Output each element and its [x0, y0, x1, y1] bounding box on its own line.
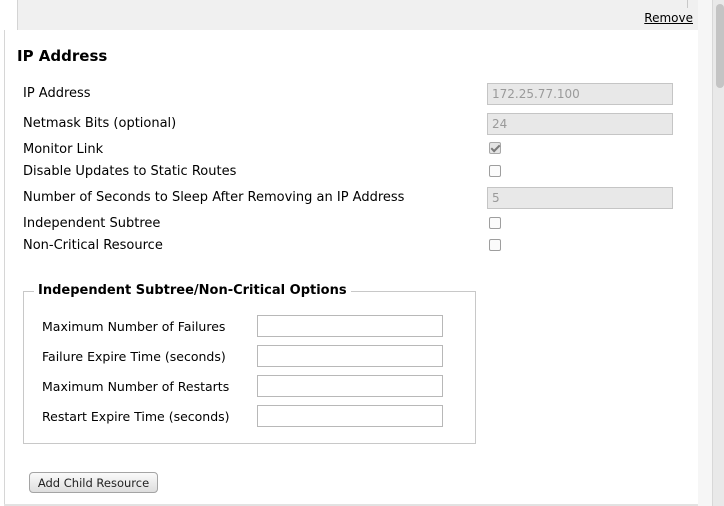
options-legend: Independent Subtree/Non-Critical Options	[34, 283, 351, 298]
ip-address-input[interactable]	[487, 83, 673, 105]
restart-expire-label: Restart Expire Time (seconds)	[42, 409, 230, 424]
vertical-scrollbar[interactable]	[712, 0, 724, 506]
max-restarts-label: Maximum Number of Restarts	[42, 379, 230, 394]
scrollbar-thumb[interactable]	[716, 4, 724, 88]
max-failures-label: Maximum Number of Failures	[42, 319, 226, 334]
add-child-resource-button[interactable]: Add Child Resource	[29, 472, 158, 493]
disable-updates-label: Disable Updates to Static Routes	[23, 164, 237, 179]
independent-subtree-label: Independent Subtree	[23, 216, 161, 231]
independent-subtree-checkbox[interactable]	[489, 217, 501, 229]
non-critical-label: Non-Critical Resource	[23, 238, 163, 253]
panel-inner-divider	[687, 0, 688, 8]
netmask-input[interactable]	[487, 113, 673, 135]
right-panel-edge	[698, 0, 712, 506]
max-failures-input[interactable]	[257, 315, 443, 337]
section-title: IP Address	[17, 47, 108, 65]
failure-expire-label: Failure Expire Time (seconds)	[42, 349, 226, 364]
remove-link[interactable]: Remove	[644, 11, 693, 25]
max-restarts-input[interactable]	[257, 375, 443, 397]
parent-resource-panel: Remove	[17, 0, 698, 30]
left-border	[4, 30, 5, 506]
netmask-label: Netmask Bits (optional)	[23, 116, 177, 131]
failure-expire-input[interactable]	[257, 345, 443, 367]
disable-updates-checkbox[interactable]	[489, 165, 501, 177]
options-fieldset: Independent Subtree/Non-Critical Options…	[23, 283, 476, 444]
monitor-link-label: Monitor Link	[23, 142, 104, 157]
ip-address-label: IP Address	[23, 86, 91, 101]
restart-expire-input[interactable]	[257, 405, 443, 427]
sleep-seconds-label: Number of Seconds to Sleep After Removin…	[23, 190, 405, 205]
sleep-seconds-input[interactable]	[487, 187, 673, 209]
non-critical-checkbox[interactable]	[489, 239, 501, 251]
monitor-link-checkbox[interactable]	[489, 142, 501, 154]
